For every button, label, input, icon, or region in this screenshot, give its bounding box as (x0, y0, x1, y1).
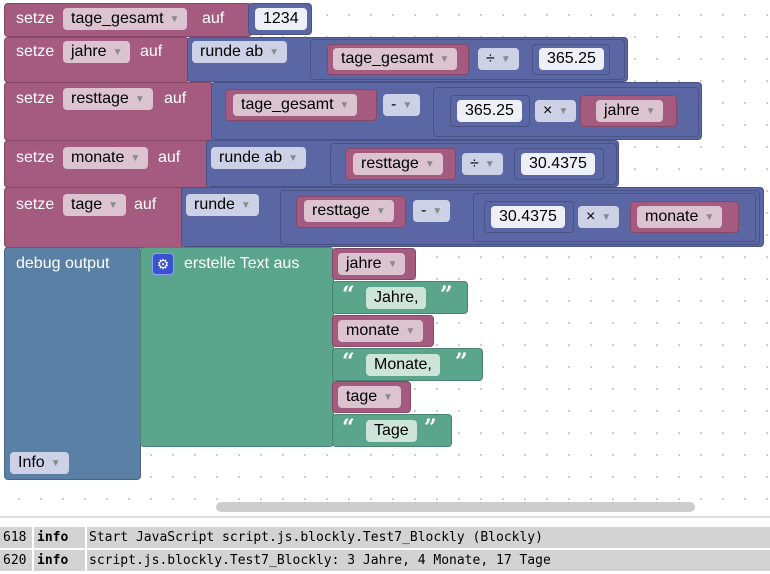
chevron-down-icon: ▼ (50, 458, 61, 469)
log-level: info (37, 553, 69, 568)
chevron-down-icon: ▼ (240, 200, 251, 211)
operator-dropdown[interactable]: × ▼ (535, 100, 577, 122)
variable-dropdown[interactable]: monate ▼ (637, 206, 723, 228)
variable-dropdown[interactable]: jahre ▼ (596, 100, 664, 122)
horizontal-scrollbar[interactable] (216, 502, 695, 512)
variable-dropdown[interactable]: tage_gesamt ▼ (333, 48, 458, 70)
chevron-down-icon: ▼ (500, 54, 511, 65)
chevron-down-icon: ▼ (108, 200, 119, 211)
close-quote-icon: ” (440, 282, 453, 308)
auf-label: auf (158, 149, 181, 166)
text-field[interactable]: Jahre, (366, 287, 427, 309)
variable-dropdown[interactable]: tage_gesamt ▼ (233, 94, 358, 116)
chevron-down-icon: ▼ (134, 94, 145, 105)
auf-label: auf (134, 196, 157, 213)
chevron-down-icon: ▼ (375, 206, 386, 217)
variable-dropdown[interactable]: monate ▼ (63, 147, 149, 169)
chevron-down-icon: ▼ (339, 100, 350, 111)
chevron-down-icon: ▼ (269, 47, 280, 58)
text-field[interactable]: Tage (366, 420, 417, 442)
number-field[interactable]: 30.4375 (491, 206, 565, 228)
log-message: script.js.blockly.Test7_Blockly: 3 Jahre… (89, 553, 551, 568)
auf-label: auf (164, 90, 187, 107)
chevron-down-icon: ▼ (432, 206, 443, 217)
setze-label: setze (16, 43, 55, 60)
variable-dropdown[interactable]: monate ▼ (338, 320, 424, 342)
variable-dropdown[interactable]: tage ▼ (63, 194, 127, 216)
open-quote-icon: “ (342, 415, 355, 441)
chevron-down-icon: ▼ (112, 47, 123, 58)
log-level-dropdown[interactable]: Info ▼ (10, 452, 69, 474)
text-join-block[interactable] (140, 247, 334, 447)
chevron-down-icon: ▼ (130, 153, 141, 164)
chevron-down-icon: ▼ (704, 212, 715, 223)
variable-dropdown[interactable]: tage_gesamt ▼ (63, 8, 188, 30)
operator-dropdown[interactable]: ÷ ▼ (462, 153, 503, 175)
chevron-down-icon: ▼ (288, 153, 299, 164)
log-id: 618 (3, 530, 27, 545)
operator-dropdown[interactable]: × ▼ (578, 206, 620, 228)
round-dropdown[interactable]: runde ab ▼ (192, 41, 288, 63)
round-dropdown[interactable]: runde ab ▼ (211, 147, 307, 169)
setze-label: setze (16, 90, 55, 107)
text-field[interactable]: Monate, (366, 354, 440, 376)
chevron-down-icon: ▼ (383, 392, 394, 403)
log-row: 618 info Start JavaScript script.js.bloc… (0, 527, 770, 548)
log-id: 620 (3, 553, 27, 568)
close-quote-icon: ” (424, 415, 437, 441)
round-dropdown[interactable]: runde ▼ (186, 194, 259, 216)
auf-label: auf (202, 10, 225, 27)
variable-dropdown[interactable]: tage ▼ (338, 386, 402, 408)
gear-icon[interactable]: ⚙ (152, 253, 174, 275)
chevron-down-icon: ▼ (402, 100, 413, 111)
variable-dropdown[interactable]: resttage ▼ (304, 200, 394, 222)
number-field[interactable]: 365.25 (457, 100, 522, 122)
setze-label: setze (16, 196, 55, 213)
text-join-label: erstelle Text aus (184, 255, 300, 272)
chevron-down-icon: ▼ (405, 326, 416, 337)
number-field[interactable]: 365.25 (539, 48, 604, 70)
close-quote-icon: ” (455, 349, 468, 375)
log-message: Start JavaScript script.js.blockly.Test7… (89, 530, 543, 545)
variable-dropdown[interactable]: jahre ▼ (338, 253, 406, 275)
variable-dropdown[interactable]: resttage ▼ (63, 88, 153, 110)
debug-output-block[interactable] (4, 247, 141, 480)
debug-output-label: debug output (16, 255, 110, 272)
operator-dropdown[interactable]: - ▼ (413, 200, 451, 222)
chevron-down-icon: ▼ (484, 159, 495, 170)
setze-label: setze (16, 10, 55, 27)
blockly-workspace[interactable]: setze tage_gesamt ▼ auf 1234 setze jahre ▼… (0, 0, 770, 516)
chevron-down-icon: ▼ (424, 159, 435, 170)
auf-label: auf (140, 43, 163, 60)
variable-dropdown[interactable]: jahre ▼ (63, 41, 131, 63)
variable-dropdown[interactable]: resttage ▼ (353, 153, 443, 175)
setze-label: setze (16, 149, 55, 166)
log-level: info (37, 530, 69, 545)
number-field[interactable]: 30.4375 (521, 153, 595, 175)
number-field[interactable]: 1234 (255, 8, 307, 30)
chevron-down-icon: ▼ (558, 106, 569, 117)
chevron-down-icon: ▼ (387, 259, 398, 270)
log-row: 620 info script.js.blockly.Test7_Blockly… (0, 550, 770, 571)
log-panel: 618 info Start JavaScript script.js.bloc… (0, 516, 770, 574)
operator-dropdown[interactable]: ÷ ▼ (478, 48, 519, 70)
chevron-down-icon: ▼ (645, 106, 656, 117)
chevron-down-icon: ▼ (439, 54, 450, 65)
chevron-down-icon: ▼ (169, 14, 180, 25)
chevron-down-icon: ▼ (601, 212, 612, 223)
open-quote-icon: “ (342, 282, 355, 308)
operator-dropdown[interactable]: - ▼ (383, 94, 421, 116)
open-quote-icon: “ (342, 349, 355, 375)
